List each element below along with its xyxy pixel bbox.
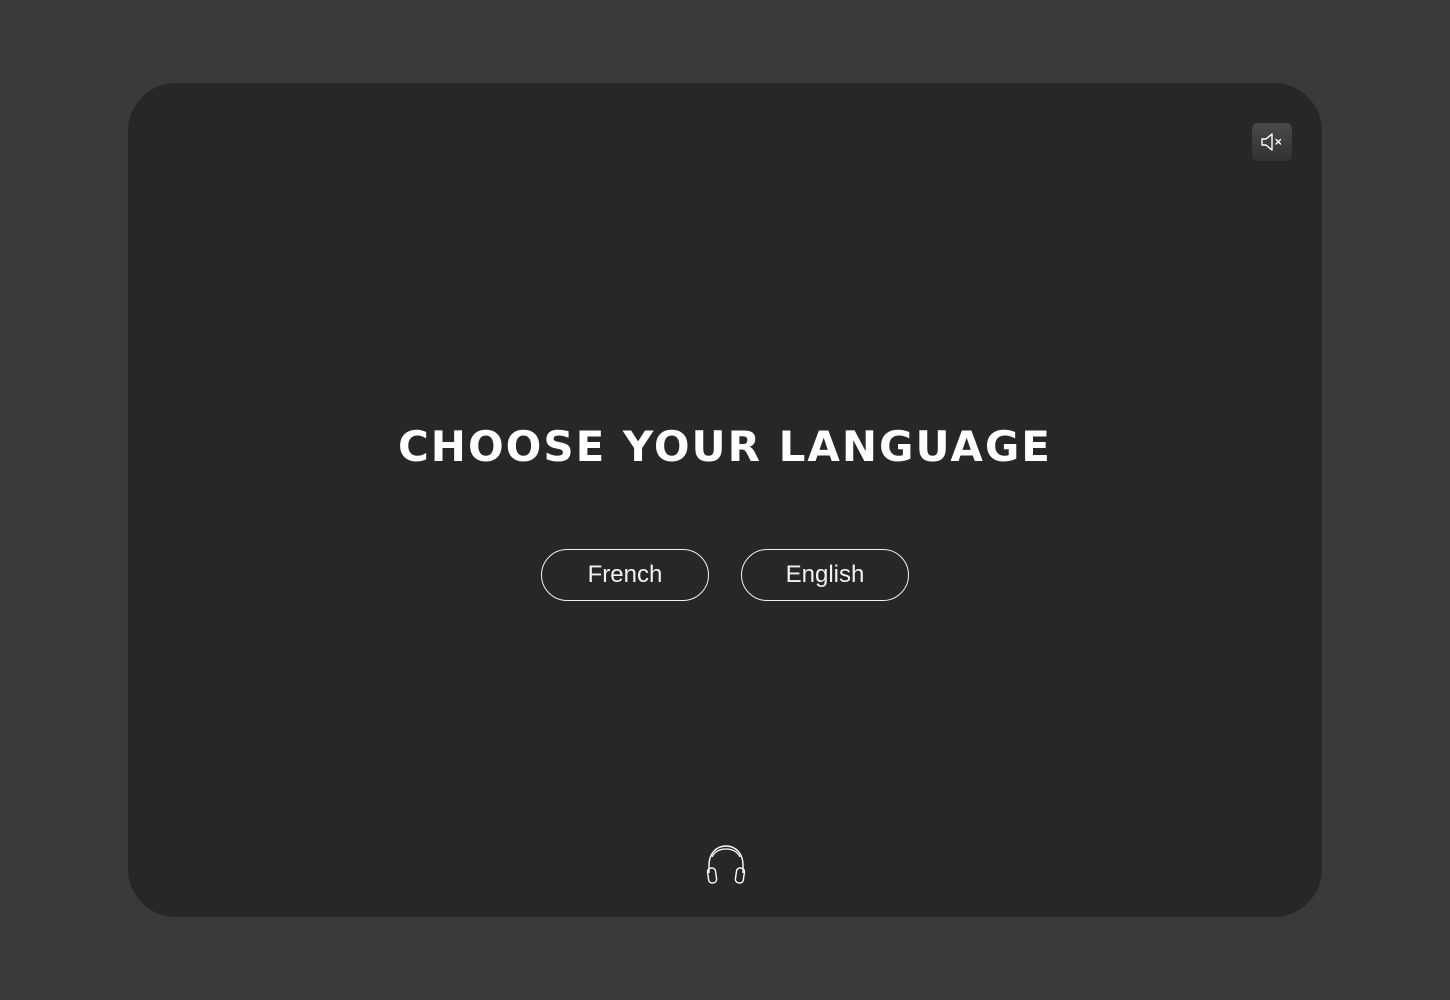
mute-button[interactable] (1252, 123, 1292, 161)
language-button-english[interactable]: English (741, 549, 909, 601)
page-title: CHOOSE YOUR LANGUAGE (397, 422, 1052, 471)
speaker-muted-icon (1261, 133, 1282, 151)
language-select-panel: CHOOSE YOUR LANGUAGE French English (128, 83, 1322, 917)
headphones-icon (706, 845, 746, 884)
language-button-french[interactable]: French (541, 549, 709, 601)
